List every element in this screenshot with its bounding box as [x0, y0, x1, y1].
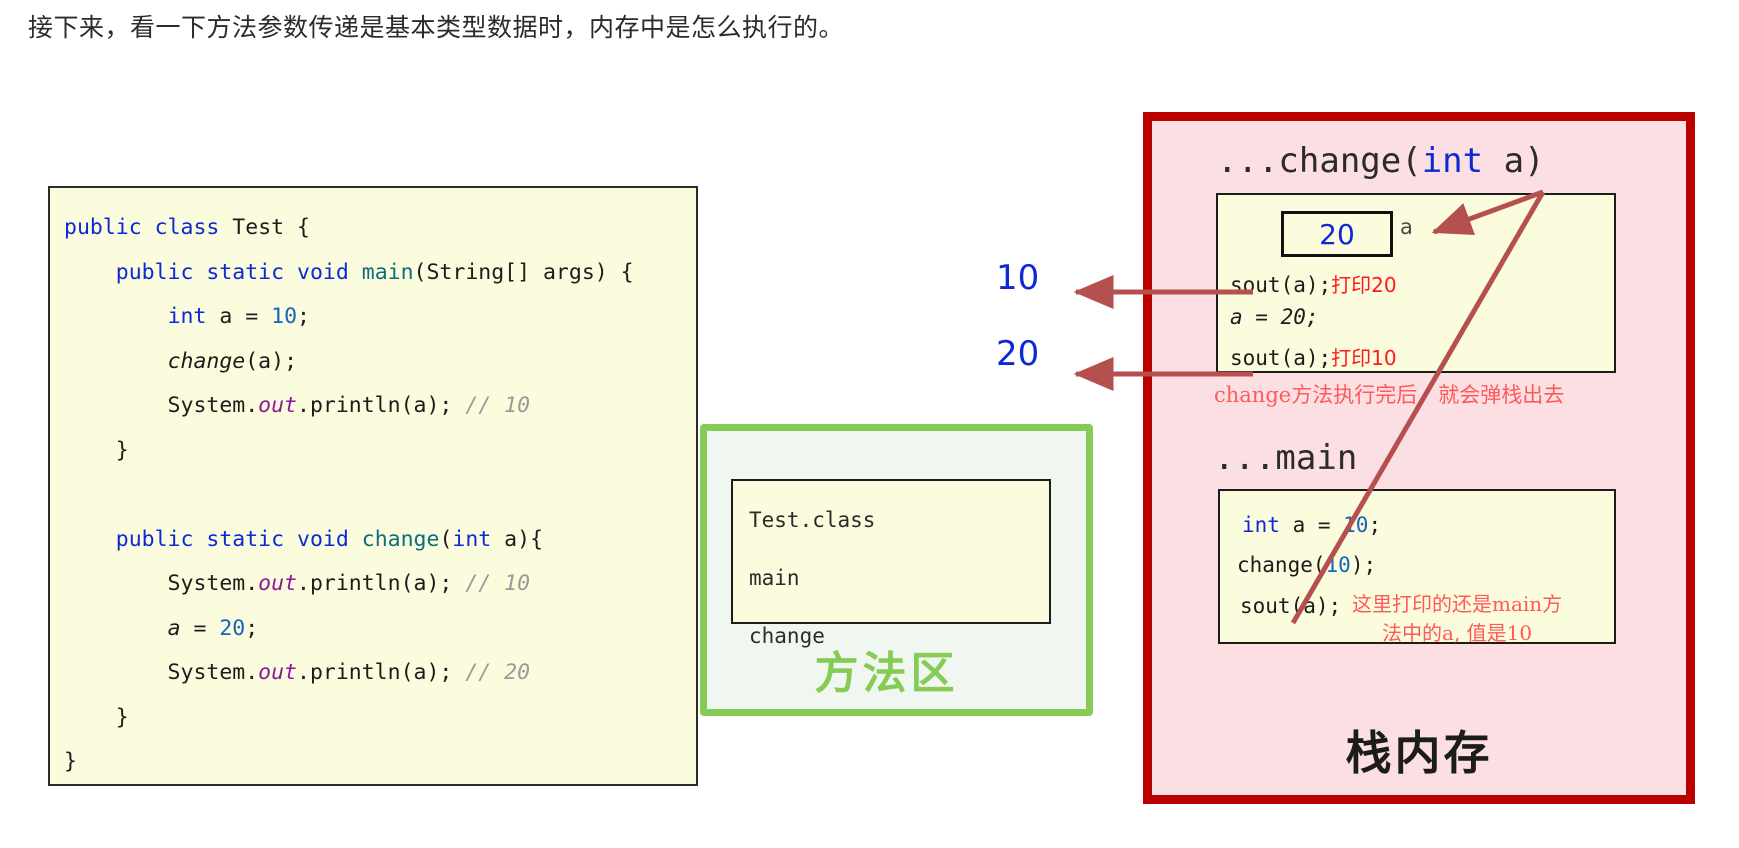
code-line: public static void change(int a){ [115, 526, 544, 552]
change-variable-cell: 20 [1281, 211, 1393, 257]
output-value-second: 20 [996, 334, 1040, 374]
page-title: 接下来，看一下方法参数传递是基本类型数据时，内存中是怎么执行的。 [28, 13, 845, 42]
change-frame-note: 打印10 [1331, 346, 1397, 370]
stack-memory-label: 栈内存 [1345, 726, 1493, 780]
change-variable-name: a [1400, 215, 1413, 239]
code-line: System.out.println(a); // 20 [64, 660, 531, 685]
method-area-entry: Test.class [749, 508, 876, 532]
code-line: System.out.println(a); // 10 [64, 393, 531, 418]
code-line: change(a); [167, 348, 298, 374]
change-pop-note: change方法执行完后，就会弹栈出去 [1214, 383, 1565, 407]
code-line: int a = 10; [167, 304, 310, 329]
method-area-label: 方法区 [814, 648, 959, 699]
code-line: } [64, 437, 129, 463]
code-line: } [64, 704, 129, 730]
main-frame-line: sout(a); [1240, 594, 1342, 618]
main-frame-note-line1: 这里打印的还是main方 [1352, 592, 1563, 616]
change-frame-line: a = 20; [1230, 305, 1319, 329]
change-frame-header: ...change(int a) [1217, 141, 1545, 181]
main-frame-line: change(10); [1237, 553, 1377, 577]
code-line: } [64, 749, 77, 774]
change-frame-code: sout(a); [1230, 346, 1332, 370]
main-frame-box: int a = 10; change(10); sout(a); 这里打印的还是… [1218, 489, 1616, 645]
change-frame-line: sout(a);打印10 [1230, 342, 1397, 371]
method-area-entry: main [749, 566, 800, 590]
change-frame-code: sout(a); [1230, 273, 1332, 297]
main-frame-note: 这里打印的还是main方 法中的a, 值是10 [1352, 590, 1562, 648]
code-line: System.out.println(a); // 10 [64, 571, 531, 596]
main-frame-header: ...main [1214, 438, 1358, 478]
main-frame-note-line2: 法中的a, 值是10 [1382, 621, 1533, 645]
code-line: public static void main(String[] args) { [115, 259, 634, 285]
code-panel: public class Test { public static void m… [48, 186, 698, 786]
change-frame-box: 20 a sout(a);打印20 a = 20; sout(a);打印10 [1216, 193, 1616, 373]
method-area-panel: Test.class main change 方法区 [700, 424, 1093, 716]
main-frame-line: int a = 10; [1242, 513, 1382, 537]
method-area-box: Test.class main change [731, 479, 1051, 648]
change-frame-line: sout(a);打印20 [1230, 269, 1397, 298]
code-line: public class Test { [64, 215, 310, 240]
change-frame-note: 打印20 [1331, 273, 1397, 297]
code-line: a = 20; [167, 615, 259, 641]
output-value-first: 10 [996, 258, 1040, 298]
stack-memory-panel: ...change(int a) 20 a sout(a);打印20 a = 2… [1143, 112, 1695, 804]
